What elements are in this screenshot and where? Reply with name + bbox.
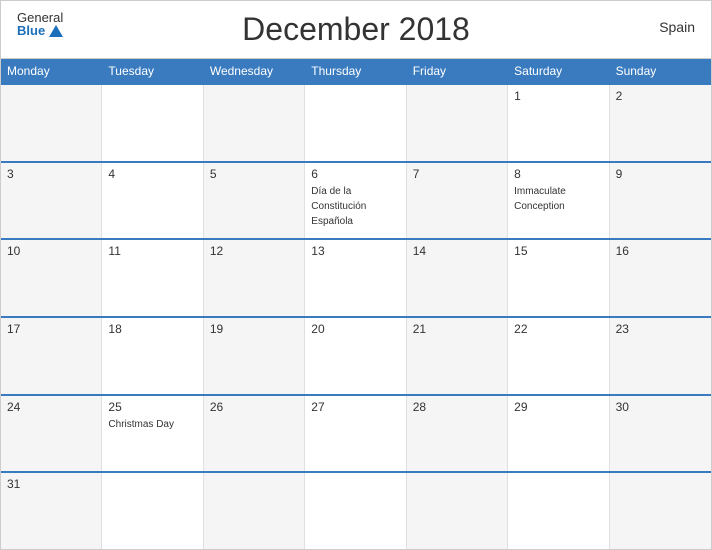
day-cell (407, 473, 508, 549)
day-cell (204, 85, 305, 161)
day-cell: 17 (1, 318, 102, 394)
day-number: 17 (7, 322, 95, 336)
day-number: 6 (311, 167, 399, 181)
day-cell (610, 473, 711, 549)
day-cell: 21 (407, 318, 508, 394)
day-number: 31 (7, 477, 95, 491)
day-cell (204, 473, 305, 549)
day-number: 3 (7, 167, 95, 181)
logo: General Blue (17, 11, 63, 37)
day-cell: 9 (610, 163, 711, 239)
day-cell: 4 (102, 163, 203, 239)
day-cell: 20 (305, 318, 406, 394)
day-number: 27 (311, 400, 399, 414)
day-cell: 28 (407, 396, 508, 472)
day-number: 16 (616, 244, 705, 258)
logo-blue-text: Blue (17, 24, 45, 37)
week-row-5: 31 (1, 471, 711, 549)
day-number: 22 (514, 322, 602, 336)
day-number: 1 (514, 89, 602, 103)
day-cell (102, 85, 203, 161)
day-cell (1, 85, 102, 161)
day-headers-row: MondayTuesdayWednesdayThursdayFridaySatu… (1, 59, 711, 83)
day-number: 24 (7, 400, 95, 414)
day-cell: 13 (305, 240, 406, 316)
day-number: 4 (108, 167, 196, 181)
day-number: 15 (514, 244, 602, 258)
day-number: 8 (514, 167, 602, 181)
day-header-wednesday: Wednesday (204, 59, 305, 83)
day-cell (305, 85, 406, 161)
day-cell: 25 Christmas Day (102, 396, 203, 472)
day-number: 20 (311, 322, 399, 336)
day-header-friday: Friday (407, 59, 508, 83)
weeks-container: 123456Día de la Constitución Española78I… (1, 83, 711, 549)
calendar-grid: MondayTuesdayWednesdayThursdayFridaySatu… (1, 58, 711, 549)
day-header-tuesday: Tuesday (102, 59, 203, 83)
event-text: Christmas Day (108, 419, 174, 430)
day-number: 10 (7, 244, 95, 258)
week-row-3: 17 18 19 20 21 22 23 (1, 316, 711, 394)
day-number: 12 (210, 244, 298, 258)
day-number: 14 (413, 244, 501, 258)
day-number: 26 (210, 400, 298, 414)
day-cell: 18 (102, 318, 203, 394)
day-number: 25 (108, 400, 196, 414)
day-cell: 27 (305, 396, 406, 472)
day-number: 30 (616, 400, 705, 414)
day-cell: 22 (508, 318, 609, 394)
day-cell: 14 (407, 240, 508, 316)
day-number: 9 (616, 167, 705, 181)
day-cell: 6 Día de la Constitución Española (305, 163, 406, 239)
day-number: 13 (311, 244, 399, 258)
week-row-2: 10 11 12 13 14 15 16 (1, 238, 711, 316)
day-header-sunday: Sunday (610, 59, 711, 83)
day-cell: 8 Immaculate Conception (508, 163, 609, 239)
day-header-thursday: Thursday (305, 59, 406, 83)
day-cell: 26 (204, 396, 305, 472)
day-cell: 3 (1, 163, 102, 239)
day-cell: 2 (610, 85, 711, 161)
calendar-header: General Blue December 2018 Spain (1, 1, 711, 58)
day-number: 18 (108, 322, 196, 336)
day-cell (305, 473, 406, 549)
day-cell (102, 473, 203, 549)
day-number: 7 (413, 167, 501, 181)
day-cell: 7 (407, 163, 508, 239)
day-number: 19 (210, 322, 298, 336)
day-cell: 23 (610, 318, 711, 394)
day-number: 28 (413, 400, 501, 414)
event-text: Immaculate Conception (514, 186, 566, 212)
day-cell: 30 (610, 396, 711, 472)
day-cell (508, 473, 609, 549)
day-cell: 31 (1, 473, 102, 549)
day-header-monday: Monday (1, 59, 102, 83)
day-number: 21 (413, 322, 501, 336)
week-row-4: 24 25 Christmas Day 26 27 28 29 30 (1, 394, 711, 472)
event-text: Día de la Constitución Española (311, 186, 366, 227)
logo-triangle-icon (49, 25, 63, 37)
day-number: 5 (210, 167, 298, 181)
day-number: 2 (616, 89, 705, 103)
day-cell: 10 (1, 240, 102, 316)
calendar-container: General Blue December 2018 Spain MondayT… (0, 0, 712, 550)
day-cell: 15 (508, 240, 609, 316)
day-cell: 16 (610, 240, 711, 316)
day-cell: 12 (204, 240, 305, 316)
day-header-saturday: Saturday (508, 59, 609, 83)
day-cell (407, 85, 508, 161)
day-cell: 1 (508, 85, 609, 161)
day-number: 23 (616, 322, 705, 336)
day-cell: 11 (102, 240, 203, 316)
day-number: 11 (108, 244, 196, 258)
day-cell: 24 (1, 396, 102, 472)
week-row-0: 12 (1, 83, 711, 161)
day-cell: 5 (204, 163, 305, 239)
country-label: Spain (659, 19, 695, 35)
week-row-1: 3456 Día de la Constitución Española 78 Imm… (1, 161, 711, 239)
day-number: 29 (514, 400, 602, 414)
day-cell: 19 (204, 318, 305, 394)
day-cell: 29 (508, 396, 609, 472)
month-title: December 2018 (242, 11, 470, 48)
